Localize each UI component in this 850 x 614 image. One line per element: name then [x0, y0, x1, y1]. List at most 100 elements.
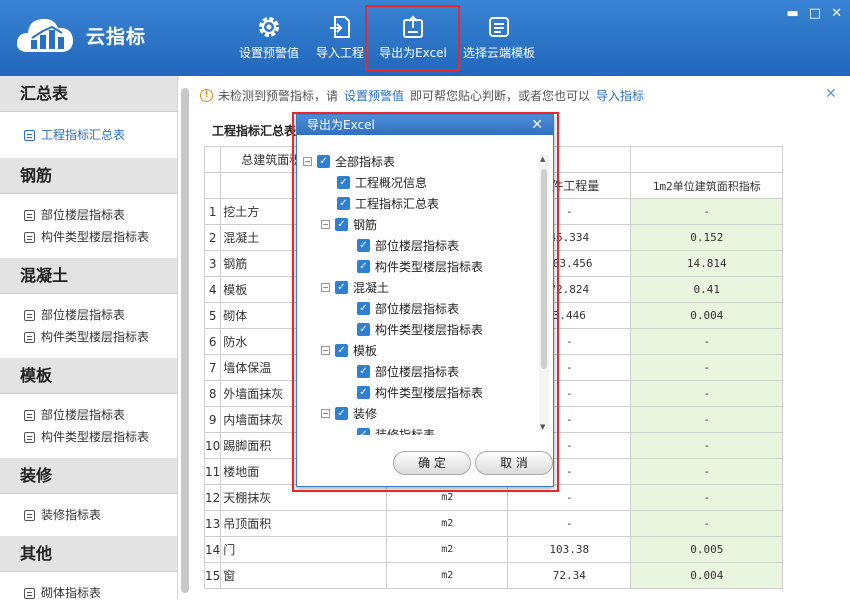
sidebar-section-rebar[interactable]: 钢筋 — [0, 158, 177, 194]
table-row: 15 窗 m2 72.34 0.004 — [203, 562, 784, 589]
table-cell-qty: 72.34 — [507, 562, 632, 589]
table-cell-ind: - — [630, 380, 784, 407]
table-cell-name: 吊顶面积 — [220, 510, 388, 537]
import-icon — [330, 16, 350, 38]
doc-icon — [24, 431, 35, 443]
table-cell-no: 7 — [203, 354, 222, 381]
table-cell-ind: 0.152 — [630, 224, 784, 251]
sidebar-item-label: 构件类型楼层指标表 — [41, 430, 150, 444]
table-cell-ind: 0.005 — [630, 536, 784, 563]
set-warning-button[interactable]: 设置预警值 — [236, 8, 302, 70]
sidebar-item-label: 构件类型楼层指标表 — [41, 330, 150, 344]
doc-icon — [24, 309, 35, 321]
info-icon: ! — [200, 88, 213, 102]
table-cell-no: 12 — [203, 484, 222, 511]
table-cell-ind: 0.41 — [630, 276, 784, 303]
table-cell-ind: - — [630, 484, 784, 511]
table-row: 13 吊顶面积 m2- - — [203, 510, 784, 537]
table-cell-no: 13 — [203, 510, 222, 537]
table-cell-ind: 0.004 — [630, 562, 784, 589]
sidebar-item-project-summary[interactable]: 工程指标汇总表 — [0, 124, 177, 146]
doc-icon — [24, 209, 35, 221]
column-header: 1m2单位建筑面积指标 — [630, 172, 784, 199]
choose-cloud-template-button[interactable]: 选择云端模板 — [460, 8, 538, 70]
sidebar-item-concrete-type[interactable]: 构件类型楼层指标表 — [0, 326, 177, 348]
table-cell-ind: - — [630, 198, 784, 225]
table-cell-ind: - — [630, 328, 784, 355]
import-project-button[interactable]: 导入工程 — [312, 8, 368, 70]
dialog-highlight-box — [292, 112, 559, 492]
table-cell-unit: m2 — [386, 562, 509, 589]
notice-text: 未检测到预警指标，请 — [218, 88, 339, 103]
gear-icon — [259, 17, 279, 37]
export-highlight-box — [365, 5, 460, 71]
table-cell-no: 1 — [203, 198, 222, 225]
doc-icon — [24, 129, 35, 141]
close-icon[interactable]: ✕ — [831, 6, 842, 21]
sidebar-item-label: 部位楼层指标表 — [41, 208, 126, 222]
sidebar-item-label: 构件类型楼层指标表 — [41, 230, 150, 244]
doc-icon — [24, 409, 35, 421]
table-cell-no: 9 — [203, 406, 222, 433]
sidebar-scrollbar[interactable] — [181, 88, 189, 593]
notice-close-icon[interactable]: ✕ — [825, 86, 837, 102]
doc-icon — [24, 587, 35, 599]
sidebar-item-decoration[interactable]: 装修指标表 — [0, 504, 177, 526]
table-cell-name: 窗 — [220, 562, 388, 589]
sidebar-item-label: 工程指标汇总表 — [41, 128, 126, 142]
table-cell-ind: - — [630, 458, 784, 485]
sidebar-section-decoration[interactable]: 装修 — [0, 458, 177, 494]
table-cell-name: 门 — [220, 536, 388, 563]
sidebar-item-formwork-floor[interactable]: 部位楼层指标表 — [0, 404, 177, 426]
table-cell-no: 6 — [203, 328, 222, 355]
table-cell-no: 4 — [203, 276, 222, 303]
sidebar: 汇总表 工程指标汇总表 钢筋 部位楼层指标表 构件类型楼层指标表 混凝土 部位楼… — [0, 76, 178, 614]
sidebar-item-label: 部位楼层指标表 — [41, 308, 126, 322]
cloud-chart-icon — [16, 18, 73, 52]
sidebar-section-other[interactable]: 其他 — [0, 536, 177, 572]
sidebar-section-formwork[interactable]: 模板 — [0, 358, 177, 394]
table-cell-no: 15 — [203, 562, 222, 589]
import-project-label: 导入工程 — [315, 46, 364, 60]
sidebar-item-formwork-type[interactable]: 构件类型楼层指标表 — [0, 426, 177, 448]
table-cell-no: 14 — [203, 536, 222, 563]
table-cell-ind: - — [630, 354, 784, 381]
table-cell-ind: - — [630, 432, 784, 459]
sidebar-item-label: 装修指标表 — [41, 508, 102, 522]
sidebar-section-summary[interactable]: 汇总表 — [0, 76, 177, 112]
choose-cloud-template-label: 选择云端模板 — [462, 46, 535, 60]
sidebar-item-rebar-floor[interactable]: 部位楼层指标表 — [0, 204, 177, 226]
table-cell-no: 3 — [203, 250, 222, 277]
table-cell-ind: - — [630, 510, 784, 537]
table-cell-ind: 14.814 — [630, 250, 784, 277]
notice-bar: ! 未检测到预警指标，请 设置预警值 即可帮您贴心判断，或者您也可以 导入指标 — [200, 84, 845, 106]
table-cell-qty: 103.38 — [507, 536, 632, 563]
table-cell-no: 5 — [203, 302, 222, 329]
sidebar-item-label: 砌体指标表 — [41, 586, 102, 600]
template-icon — [489, 17, 509, 37]
set-warning-label: 设置预警值 — [238, 46, 299, 60]
maximize-icon[interactable]: □ — [809, 6, 821, 21]
table-cell-ind: 0.004 — [630, 302, 784, 329]
sidebar-item-rebar-type[interactable]: 构件类型楼层指标表 — [0, 226, 177, 248]
table-cell-unit: m2 — [386, 536, 509, 563]
doc-icon — [24, 509, 35, 521]
table-cell-qty: - — [507, 510, 632, 537]
sidebar-section-concrete[interactable]: 混凝土 — [0, 258, 177, 294]
sidebar-item-masonry[interactable]: 砌体指标表 — [0, 582, 177, 604]
import-indicator-link[interactable]: 导入指标 — [596, 87, 644, 104]
table-title: 工程指标汇总表 — [212, 124, 297, 138]
notice-text-2: 即可帮您贴心判断，或者您也可以 — [410, 88, 591, 103]
sidebar-item-label: 部位楼层指标表 — [41, 408, 126, 422]
sidebar-item-concrete-floor[interactable]: 部位楼层指标表 — [0, 304, 177, 326]
table-cell-no: 11 — [203, 458, 222, 485]
doc-icon — [24, 331, 35, 343]
set-warning-link[interactable]: 设置预警值 — [344, 87, 404, 104]
table-row: 14 门 m2 103.38 0.005 — [203, 536, 784, 563]
minimize-icon[interactable]: ▬ — [787, 6, 799, 21]
doc-icon — [24, 231, 35, 243]
table-cell-no: 2 — [203, 224, 222, 251]
table-cell-no: 10 — [203, 432, 222, 459]
table-cell-ind: - — [630, 406, 784, 433]
window-controls: ▬ □ ✕ — [787, 6, 843, 21]
